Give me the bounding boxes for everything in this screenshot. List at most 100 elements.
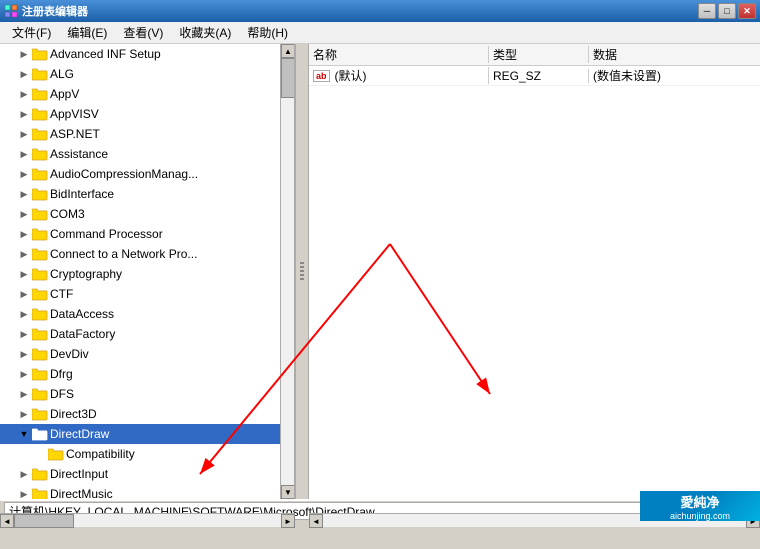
tree-item[interactable]: ▶ COM3: [0, 204, 294, 224]
tree-expander[interactable]: ▶: [16, 286, 32, 302]
tree-item-label: AppV: [50, 87, 79, 101]
tree-expander[interactable]: ▶: [16, 146, 32, 162]
tree-item[interactable]: ▶ Cryptography: [0, 264, 294, 284]
tree-item[interactable]: ▶ DFS: [0, 384, 294, 404]
tree-item-label: DFS: [50, 387, 74, 401]
tree-item[interactable]: ▶ ASP.NET: [0, 124, 294, 144]
tree-item-label: DataFactory: [50, 327, 115, 341]
window-title: 注册表编辑器: [22, 3, 698, 19]
tree-expander[interactable]: ▶: [16, 206, 32, 222]
tree-item[interactable]: ▶ CTF: [0, 284, 294, 304]
scroll-thumb[interactable]: [281, 58, 295, 98]
tree-item[interactable]: ▶ Dfrg: [0, 364, 294, 384]
hscroll-left[interactable]: ◄: [0, 514, 14, 528]
ab-icon: ab: [313, 70, 330, 82]
folder-icon: [32, 387, 48, 401]
hscroll-right[interactable]: ►: [281, 514, 295, 528]
tree-expander[interactable]: ▶: [16, 186, 32, 202]
app-icon: [4, 4, 18, 18]
tree-item-label: AppVISV: [50, 107, 99, 121]
minimize-button[interactable]: ─: [698, 3, 716, 19]
close-button[interactable]: ✕: [738, 3, 756, 19]
tree-item[interactable]: ▼ DirectDraw: [0, 424, 294, 444]
tree-expander[interactable]: ▶: [16, 306, 32, 322]
tree-item[interactable]: ▶ AudioCompressionManag...: [0, 164, 294, 184]
tree-hscroll[interactable]: ◄ ►: [0, 513, 295, 527]
tree-expander[interactable]: ▶: [16, 226, 32, 242]
tree-item-label: DirectMusic: [50, 487, 113, 499]
scroll-track: [281, 58, 294, 485]
menu-help[interactable]: 帮助(H): [239, 22, 296, 43]
tree-panel: ▶ Advanced INF Setup▶ ALG▶ AppV▶ AppVISV…: [0, 44, 295, 499]
tree-item[interactable]: ▶ ALG: [0, 64, 294, 84]
right-hscroll-left[interactable]: ◄: [309, 514, 323, 528]
maximize-button[interactable]: □: [718, 3, 736, 19]
tree-item[interactable]: ▶ AppV: [0, 84, 294, 104]
tree-expander[interactable]: ▶: [16, 326, 32, 342]
folder-icon: [32, 367, 48, 381]
tree-item[interactable]: ▶ Direct3D: [0, 404, 294, 424]
tree-item-label: Connect to a Network Pro...: [50, 247, 197, 261]
title-bar: 注册表编辑器 ─ □ ✕: [0, 0, 760, 22]
folder-icon: [32, 227, 48, 241]
divider-grip: [300, 262, 304, 282]
menu-edit[interactable]: 编辑(E): [59, 22, 115, 43]
scroll-down-button[interactable]: ▼: [281, 485, 295, 499]
tree-scroll[interactable]: ▶ Advanced INF Setup▶ ALG▶ AppV▶ AppVISV…: [0, 44, 294, 499]
tree-item[interactable]: ▶ DevDiv: [0, 344, 294, 364]
tree-item-label: DevDiv: [50, 347, 89, 361]
tree-item[interactable]: ▶ Advanced INF Setup: [0, 44, 294, 64]
tree-item-label: Assistance: [50, 147, 108, 161]
tree-expander[interactable]: ▶: [16, 106, 32, 122]
hscroll-thumb[interactable]: [14, 514, 74, 528]
menu-file[interactable]: 文件(F): [4, 22, 59, 43]
tree-expander[interactable]: ▶: [16, 346, 32, 362]
tree-item-label: Dfrg: [50, 367, 73, 381]
menu-favorites[interactable]: 收藏夹(A): [171, 22, 239, 43]
tree-expander: [32, 446, 48, 462]
tree-item[interactable]: Compatibility: [0, 444, 294, 464]
folder-icon: [48, 447, 64, 461]
tree-item-label: ASP.NET: [50, 127, 100, 141]
tree-expander[interactable]: ▶: [16, 66, 32, 82]
tree-scrollbar[interactable]: ▲ ▼: [280, 44, 294, 499]
header-name: 名称: [309, 46, 489, 63]
tree-expander[interactable]: ▶: [16, 466, 32, 482]
tree-expander[interactable]: ▶: [16, 266, 32, 282]
tree-expander[interactable]: ▼: [16, 426, 32, 442]
tree-expander[interactable]: ▶: [16, 246, 32, 262]
tree-expander[interactable]: ▶: [16, 126, 32, 142]
tree-item-label: CTF: [50, 287, 73, 301]
tree-expander[interactable]: ▶: [16, 46, 32, 62]
hscroll-track: [14, 514, 281, 527]
tree-item[interactable]: ▶ DirectInput: [0, 464, 294, 484]
tree-expander[interactable]: ▶: [16, 486, 32, 499]
tree-item[interactable]: ▶ BidInterface: [0, 184, 294, 204]
watermark-url: aichunjing.com: [670, 511, 730, 521]
tree-expander[interactable]: ▶: [16, 166, 32, 182]
tree-item[interactable]: ▶ DataAccess: [0, 304, 294, 324]
tree-expander[interactable]: ▶: [16, 366, 32, 382]
folder-icon: [32, 287, 48, 301]
tree-item[interactable]: ▶ Assistance: [0, 144, 294, 164]
main-area: ▶ Advanced INF Setup▶ ALG▶ AppV▶ AppVISV…: [0, 44, 760, 499]
tree-expander[interactable]: ▶: [16, 86, 32, 102]
tree-item[interactable]: ▶ DataFactory: [0, 324, 294, 344]
table-header: 名称 类型 数据: [309, 44, 760, 66]
folder-icon: [32, 307, 48, 321]
watermark-logo: 愛純净: [670, 492, 730, 511]
watermark: 愛純净 aichunjing.com: [640, 491, 760, 521]
tree-expander[interactable]: ▶: [16, 386, 32, 402]
tree-item[interactable]: ▶ AppVISV: [0, 104, 294, 124]
folder-icon: [32, 87, 48, 101]
tree-item-label: Cryptography: [50, 267, 122, 281]
panel-divider[interactable]: [295, 44, 309, 499]
scroll-up-button[interactable]: ▲: [281, 44, 295, 58]
tree-item[interactable]: ▶ Command Processor: [0, 224, 294, 244]
tree-item[interactable]: ▶ DirectMusic: [0, 484, 294, 499]
table-row[interactable]: ab (默认) REG_SZ (数值未设置): [309, 66, 760, 86]
tree-expander[interactable]: ▶: [16, 406, 32, 422]
menu-view[interactable]: 查看(V): [115, 22, 171, 43]
tree-item[interactable]: ▶ Connect to a Network Pro...: [0, 244, 294, 264]
tree-item-label: DirectDraw: [50, 427, 109, 441]
